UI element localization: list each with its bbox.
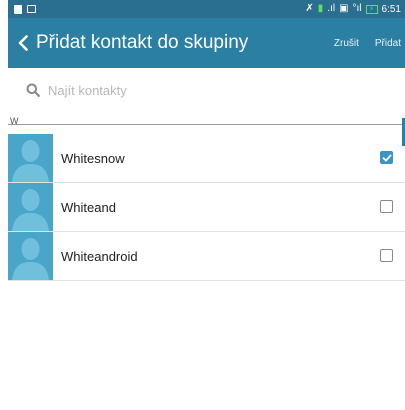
contact-name: Whitesnow xyxy=(61,150,125,166)
back-button[interactable] xyxy=(8,18,34,68)
left-frame-edge xyxy=(0,0,8,410)
avatar-icon xyxy=(8,232,53,280)
contact-checkbox[interactable] xyxy=(380,200,393,213)
cancel-button[interactable]: Zrušit xyxy=(334,38,359,49)
search-icon xyxy=(22,79,44,101)
search-bar xyxy=(8,68,405,112)
signal-icon: .ıl xyxy=(327,3,336,14)
battery-icon: ⚡ xyxy=(365,4,378,14)
sim-icon: ▮ xyxy=(317,3,324,14)
checkmark-icon xyxy=(382,154,391,161)
contact-checkbox[interactable] xyxy=(380,151,393,164)
action-bar: Přidat kontakt do skupiny Zrušit Přidat xyxy=(8,18,405,68)
status-time: 6:51 xyxy=(381,3,401,15)
contact-checkbox[interactable] xyxy=(380,249,393,262)
mute-icon: ✗ xyxy=(305,3,314,14)
section-header: W xyxy=(8,112,405,134)
search-input[interactable] xyxy=(46,81,370,99)
contact-name: Whiteandroid xyxy=(61,248,138,264)
contact-row[interactable]: Whiteandroid xyxy=(8,232,405,281)
contact-name: Whiteand xyxy=(61,199,116,215)
contact-row[interactable]: Whitesnow xyxy=(8,134,405,183)
add-button[interactable]: Přidat xyxy=(375,38,401,49)
status-bar: ✗ ▮ .ıl ▣ °ıl ⚡ 6:51 xyxy=(8,0,405,18)
chevron-left-icon xyxy=(18,35,28,51)
contact-list: Whitesnow Whiteand Whiteandroid xyxy=(8,134,405,281)
image-icon xyxy=(27,5,36,13)
notification-icon xyxy=(14,4,22,14)
avatar-icon xyxy=(8,134,53,182)
section-divider xyxy=(8,124,405,125)
sim2-icon: ▣ xyxy=(339,3,349,14)
app-screen: ✗ ▮ .ıl ▣ °ıl ⚡ 6:51 Přidat kontakt do s… xyxy=(8,0,405,410)
contact-row[interactable]: Whiteand xyxy=(8,183,405,232)
signal2-icon: °ıl xyxy=(352,3,362,14)
avatar-icon xyxy=(8,183,53,231)
page-title: Přidat kontakt do skupiny xyxy=(36,32,249,53)
